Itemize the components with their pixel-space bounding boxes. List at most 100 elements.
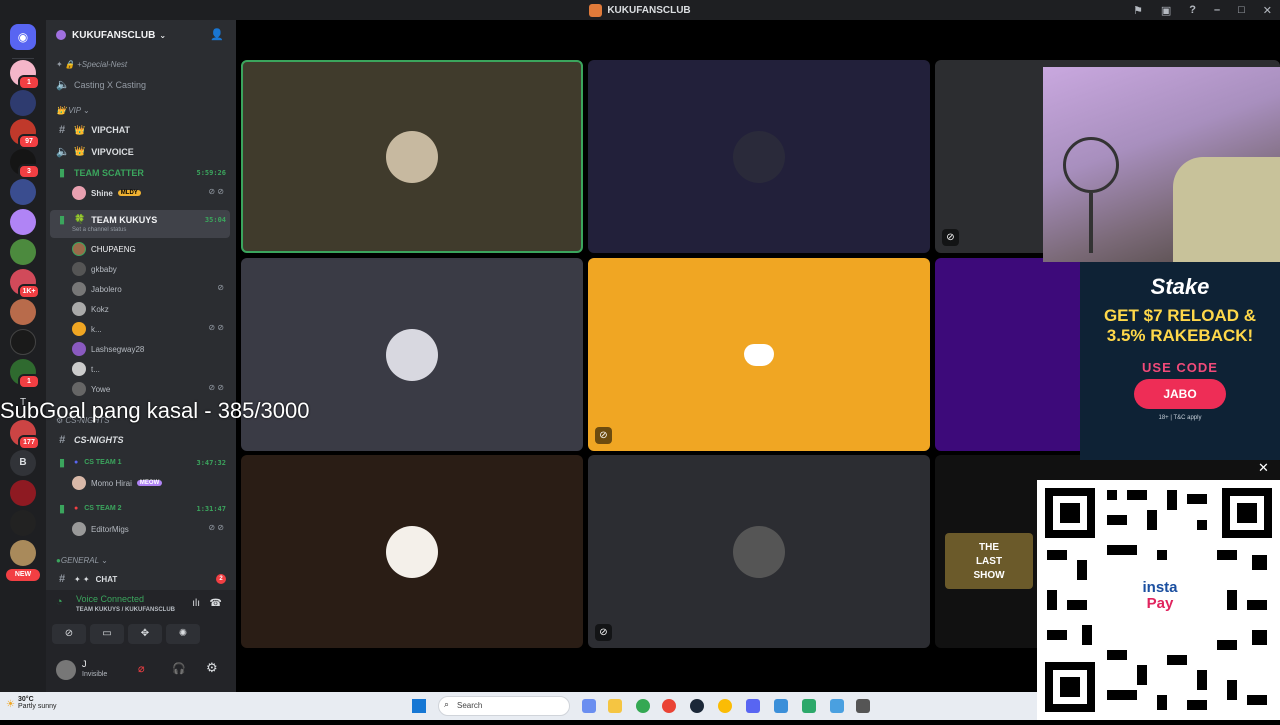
subgoal-overlay: SubGoal pang kasal - 385/3000 (0, 398, 310, 423)
server-icon (589, 3, 603, 17)
headphones-icon[interactable]: 🎧 (172, 662, 186, 675)
close-icon[interactable]: ✕ (1258, 460, 1269, 476)
app-icon[interactable] (802, 699, 816, 713)
participant-avatar (386, 328, 438, 381)
voice-user[interactable]: Kokz (72, 302, 109, 316)
server-item[interactable]: 1 (10, 60, 40, 90)
server-header[interactable]: KUKUFANSCLUB ⌄ 👤 (46, 20, 236, 50)
channel-cs-nights[interactable]: # CS-NIGHTS (46, 434, 236, 446)
app-icon[interactable] (830, 699, 844, 713)
server-item[interactable] (10, 90, 36, 116)
server-item[interactable] (10, 510, 36, 536)
soundboard-button[interactable]: ✺ (166, 624, 200, 644)
user-name: J (82, 659, 87, 669)
voice-user-momo[interactable]: Momo Hirai MEOW (72, 476, 163, 490)
participant-tile[interactable]: ⊘ (588, 455, 930, 648)
voice-active-icon: ▮ (58, 167, 66, 179)
activities-button[interactable]: ✥ (128, 624, 162, 644)
voice-user[interactable]: Jabolero (72, 282, 122, 296)
voice-user[interactable]: CHUPAENG (72, 242, 136, 256)
taskbar-search[interactable]: Search (438, 696, 570, 716)
server-item[interactable]: 1 (10, 359, 40, 389)
participant-tile[interactable]: ⊘ (588, 258, 930, 451)
server-item[interactable]: 97 (10, 119, 40, 149)
category-special-nest[interactable]: ✦ 🔒 +Special-Nest (46, 60, 236, 69)
ad-code-button[interactable]: JABO (1134, 379, 1226, 409)
steam-icon[interactable] (690, 699, 704, 713)
discord-icon[interactable] (746, 699, 760, 713)
server-item[interactable] (10, 540, 36, 566)
server-item[interactable] (10, 239, 36, 265)
hash-icon: # (58, 573, 66, 585)
file-explorer-icon[interactable] (608, 699, 622, 713)
copilot-icon[interactable] (582, 699, 596, 713)
category-general[interactable]: ●GENERAL ⌄ (46, 556, 236, 565)
server-item[interactable] (10, 329, 36, 355)
webcam-overlay (1043, 67, 1280, 262)
screen-share-button[interactable]: ▭ (90, 624, 124, 644)
mic-muted-icon[interactable]: ⌀ (138, 662, 145, 675)
category-vip[interactable]: 👑 VIP ⌄ (46, 106, 236, 115)
channel-team-scatter[interactable]: ▮ TEAM SCATTER 5:59:26 (46, 166, 236, 179)
notes-icon[interactable] (774, 699, 788, 713)
voice-location: TEAM KUKUYS / KUKUFANSCLUB (76, 607, 175, 613)
server-item[interactable]: 3 (10, 149, 40, 179)
add-user-icon[interactable]: 👤 (210, 28, 224, 41)
camera-off-button[interactable]: ⊘ (52, 624, 86, 644)
channel-team-kukuys[interactable]: ▮ 🍀 TEAM KUKUYS 35:04 (46, 213, 236, 226)
voice-status[interactable]: Voice Connected (76, 594, 144, 604)
user-avatar[interactable] (56, 660, 76, 680)
noise-suppression-icon[interactable]: ılı (192, 598, 200, 609)
signal-icon: ◔ (56, 596, 63, 608)
home-button[interactable]: ◉ (10, 24, 36, 50)
voice-user[interactable]: t... (72, 362, 100, 376)
hash-icon: # (58, 434, 66, 446)
channel-vipvoice[interactable]: 🔈 👑 VIPVOICE (46, 145, 236, 158)
channel-cs-team-2[interactable]: ▮ ● CS TEAM 2 1:31:47 (46, 502, 236, 515)
participant-tile[interactable] (241, 60, 583, 253)
channel-chat[interactable]: # ✦ ✦ CHAT 2 (46, 573, 236, 585)
channel-casting[interactable]: 🔈 Casting X Casting (46, 78, 236, 91)
server-item[interactable] (10, 480, 36, 506)
screen-icon[interactable]: ▣ (1161, 4, 1171, 17)
mic-off-icon: ⊘ (942, 229, 959, 246)
minimize-button[interactable]: – (1214, 4, 1220, 16)
help-icon[interactable]: ? (1189, 4, 1196, 16)
call-timer: 5:59:26 (196, 168, 226, 177)
voice-user[interactable]: gkbaby (72, 262, 117, 276)
calculator-icon[interactable] (856, 699, 870, 713)
chrome-icon[interactable] (636, 699, 650, 713)
voice-user[interactable]: Yowe (72, 382, 110, 396)
voice-user[interactable]: k... (72, 322, 102, 336)
fan-icon (1063, 137, 1119, 193)
voice-user-editormigs[interactable]: EditorMigs (72, 522, 129, 536)
voice-active-icon: ▮ (58, 503, 66, 515)
channel-vipchat[interactable]: # 👑 VIPCHAT (46, 124, 236, 136)
weather-widget[interactable]: 30°C Partly sunny (18, 696, 57, 710)
server-item[interactable]: B (10, 450, 36, 476)
participant-tile[interactable] (588, 60, 930, 253)
start-button[interactable] (412, 699, 426, 713)
chrome-icon[interactable] (718, 699, 732, 713)
mic-off-icon: ⊘ ⊘ (208, 323, 224, 332)
voice-user-shine[interactable]: Shine MLDY (72, 186, 141, 200)
chrome-icon[interactable] (662, 699, 676, 713)
mic-off-icon: ⊘ ⊘ (208, 187, 224, 196)
weather-icon: ☀ (6, 699, 15, 710)
sponsor-ad[interactable]: Stake GET $7 RELOAD & 3.5% RAKEBACK! USE … (1080, 262, 1280, 460)
voice-user[interactable]: Lashsegway28 (72, 342, 144, 356)
channel-cs-team-1[interactable]: ▮ ● CS TEAM 1 3:47:32 (46, 456, 236, 469)
participant-tile[interactable] (241, 455, 583, 648)
maximize-button[interactable]: □ (1238, 4, 1245, 16)
settings-gear-icon[interactable]: ⚙ (206, 660, 218, 676)
user-tag: MLDY (117, 190, 141, 196)
server-item[interactable] (10, 179, 36, 205)
close-window-button[interactable]: ✕ (1263, 4, 1272, 17)
discord-logo-icon (744, 343, 774, 366)
channel-status[interactable]: Set a channel status (72, 227, 126, 233)
inbox-icon[interactable]: ⚑ (1133, 4, 1143, 17)
server-item[interactable]: 1K+ (10, 269, 40, 299)
server-item[interactable] (10, 209, 36, 235)
server-item[interactable] (10, 299, 36, 325)
disconnect-icon[interactable]: ☎ (210, 598, 222, 609)
